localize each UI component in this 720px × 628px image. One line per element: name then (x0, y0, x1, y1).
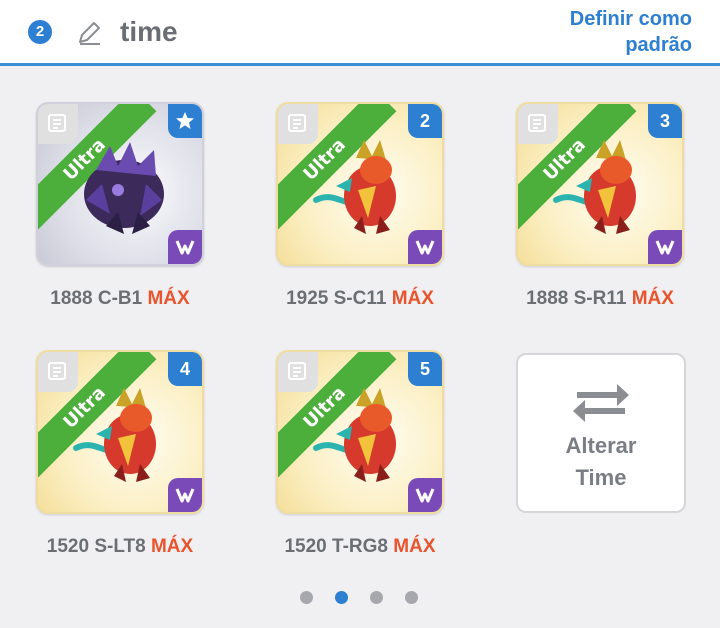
element-badge (648, 230, 682, 264)
dark-element-icon (175, 488, 195, 503)
pencil-icon[interactable] (74, 18, 104, 48)
notes-icon (528, 114, 546, 132)
monster-name: 1520 T-RG8 (284, 536, 388, 557)
dragon-monster-image (73, 388, 156, 482)
monster-label-3: 1888 S-R11 MÁX (500, 288, 700, 310)
team-number-badge: 2 (28, 20, 52, 44)
monster-label-2: 1925 S-C11 MÁX (260, 288, 460, 310)
team-name[interactable]: time (120, 16, 178, 48)
notes-icon (48, 114, 66, 132)
change-team-button[interactable]: Alterar Time (516, 353, 686, 513)
page-dot-1[interactable] (300, 591, 313, 604)
monster-label-5: 1520 T-RG8 MÁX (260, 536, 460, 558)
slot-number-badge: 2 (408, 104, 442, 138)
swap-arrows-icon (573, 384, 629, 422)
monster-label-4: 1520 S-LT8 MÁX (20, 536, 220, 558)
dark-element-icon (415, 488, 435, 503)
leader-badge (168, 104, 202, 138)
page-dot-2[interactable] (335, 591, 348, 604)
page-dot-4[interactable] (405, 591, 418, 604)
team-header: 2 time Definir como padrão (0, 0, 720, 66)
set-default-line1: Definir como (569, 8, 692, 30)
monster-card-3[interactable]: Ultra 3 (516, 102, 684, 266)
dark-monster-image (84, 142, 164, 234)
notes-icon (288, 362, 306, 380)
max-level-tag: MÁX (393, 536, 436, 557)
dark-element-icon (175, 240, 195, 255)
dragon-monster-image (313, 140, 396, 234)
element-badge (168, 230, 202, 264)
element-badge (408, 230, 442, 264)
monster-name: 1925 S-C11 (286, 288, 387, 309)
notes-icon (288, 114, 306, 132)
dragon-monster-image (553, 140, 636, 234)
change-team-line2: Time (575, 465, 627, 490)
dark-element-icon (655, 240, 675, 255)
change-team-label: Alterar Time (518, 430, 684, 494)
monster-card-5[interactable]: Ultra 5 (276, 350, 444, 514)
set-default-line2: padrão (625, 34, 692, 56)
set-default-link[interactable]: Definir como padrão (570, 6, 692, 58)
max-level-tag: MÁX (150, 536, 194, 557)
monster-name: 1888 S-R11 (526, 288, 627, 309)
max-level-tag: MÁX (631, 288, 674, 309)
notes-icon (48, 362, 66, 380)
monster-label-1: 1888 C-B1 MÁX (20, 288, 220, 310)
monster-name: 1520 S-LT8 (46, 536, 146, 557)
max-level-tag: MÁX (147, 288, 190, 309)
max-level-tag: MÁX (391, 288, 434, 309)
dragon-monster-image (313, 388, 396, 482)
monster-card-1[interactable]: Ultra (36, 102, 204, 266)
dark-element-icon (415, 240, 435, 255)
star-icon (176, 112, 194, 129)
monster-name: 1888 C-B1 (50, 288, 143, 309)
monster-card-4[interactable]: Ultra 4 (36, 350, 204, 514)
element-badge (168, 478, 202, 512)
monster-card-2[interactable]: Ultra 2 (276, 102, 444, 266)
element-badge (408, 478, 442, 512)
page-dot-3[interactable] (370, 591, 383, 604)
slot-number-badge: 5 (408, 352, 442, 386)
slot-number-badge: 4 (168, 352, 202, 386)
slot-number-badge: 3 (648, 104, 682, 138)
change-team-line1: Alterar (565, 433, 637, 458)
